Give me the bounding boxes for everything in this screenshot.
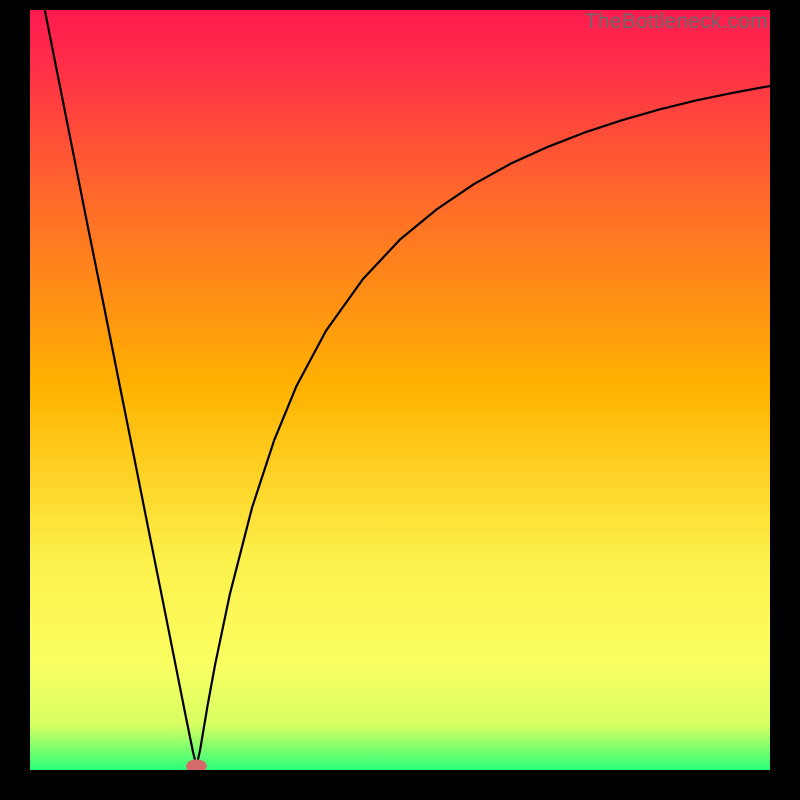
watermark-text: TheBottleneck.com bbox=[585, 10, 768, 34]
gradient-bg bbox=[30, 10, 770, 770]
plot-area bbox=[30, 10, 770, 770]
chart-outer: TheBottleneck.com bbox=[0, 0, 800, 800]
plot-svg bbox=[30, 10, 770, 770]
